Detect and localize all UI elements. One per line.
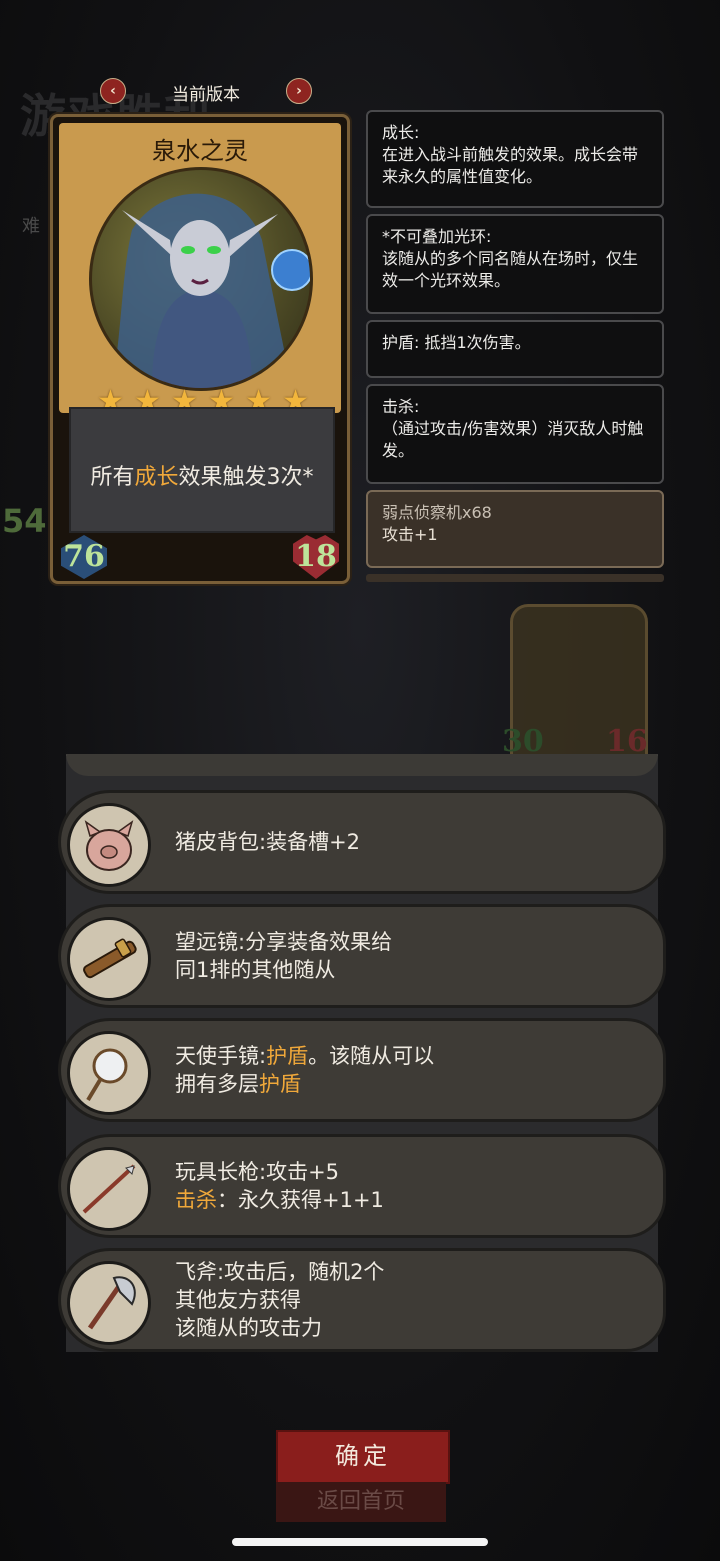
equipment-description: 望远镜:分享装备效果给 同1排的其他随从	[175, 928, 392, 984]
text-part: 天使手镜:	[175, 1044, 267, 1068]
minion-card: 泉水之灵 ★ ★ ★ ★ ★ ★ 所有成长效果触发3次* 76 18	[50, 114, 350, 584]
equipment-line: 飞斧:攻击后，随机2个	[175, 1260, 385, 1284]
equipment-item[interactable]: 猪皮背包:装备槽+2	[58, 790, 666, 894]
info-title: 护盾: 抵挡1次伤害。	[382, 333, 531, 352]
equipment-panel-edge	[66, 754, 658, 776]
equipment-item[interactable]: 玩具长枪:攻击+5 击杀：永久获得+1+1	[58, 1134, 666, 1238]
info-panel-growth: 成长: 在进入战斗前触发的效果。成长会带来永久的属性值变化。	[366, 110, 664, 208]
info-title: 成长:	[382, 123, 420, 142]
version-label: 当前版本	[172, 85, 240, 105]
effect-prefix: 所有	[90, 465, 135, 490]
equipment-line: 其他友方获得	[175, 1288, 301, 1312]
keyword-shield: 护盾	[266, 1044, 309, 1068]
info-text: 攻击+1	[382, 525, 438, 544]
keyword-shield: 护盾	[259, 1072, 301, 1096]
text-part: 。该随从可以	[308, 1044, 435, 1068]
angel-mirror-icon	[67, 1031, 151, 1115]
equipment-item[interactable]: 飞斧:攻击后，随机2个 其他友方获得 该随从的攻击力	[58, 1248, 666, 1352]
card-frame: 泉水之灵	[59, 123, 341, 413]
keyword-kill: 击杀	[175, 1188, 217, 1212]
info-text: 在进入战斗前触发的效果。成长会带来永久的属性值变化。	[382, 145, 639, 186]
background-number: 54	[2, 502, 47, 540]
info-panel-edge	[366, 574, 664, 582]
equipment-line: 望远镜:分享装备效果给	[175, 930, 393, 954]
equipment-line: 拥有多层护盾	[175, 1070, 434, 1098]
card-name: 泉水之灵	[152, 137, 248, 165]
info-panel-buff: 弱点侦察机x68 攻击+1	[366, 490, 664, 568]
card-effect-box: 所有成长效果触发3次*	[69, 407, 335, 533]
text-part: ：永久获得+1+1	[217, 1188, 384, 1212]
info-panel-aura: *不可叠加光环: 该随从的多个同名随从在场时，仅生效一个光环效果。	[366, 214, 664, 314]
effect-keyword: 成长	[134, 465, 179, 490]
flying-axe-icon	[67, 1261, 151, 1345]
equipment-line: 击杀：永久获得+1+1	[175, 1186, 384, 1214]
equipment-description: 飞斧:攻击后，随机2个 其他友方获得 该随从的攻击力	[175, 1258, 384, 1342]
equipment-item[interactable]: 天使手镜:护盾。该随从可以 拥有多层护盾	[58, 1018, 666, 1122]
pig-backpack-icon	[67, 803, 151, 887]
equipment-line: 同1排的其他随从	[175, 958, 336, 982]
info-text: （通过攻击/伤害效果）消灭敌人时触发。	[382, 419, 644, 460]
equipment-item[interactable]: 望远镜:分享装备效果给 同1排的其他随从	[58, 904, 666, 1008]
toy-spear-icon	[67, 1147, 151, 1231]
confirm-button[interactable]: 确定	[276, 1430, 450, 1484]
minion-portrait	[89, 167, 313, 391]
health-stat: 18	[293, 535, 339, 579]
chevron-right-icon[interactable]: ›	[286, 78, 312, 104]
equipment-line: 该随从的攻击力	[175, 1316, 322, 1340]
equipment-description: 玩具长枪:攻击+5 击杀：永久获得+1+1	[175, 1158, 384, 1214]
info-panel-kill: 击杀: （通过攻击/伤害效果）消灭敌人时触发。	[366, 384, 664, 484]
equipment-line: 天使手镜:护盾。该随从可以	[175, 1042, 434, 1070]
version-selector: ‹ 当前版本 ›	[100, 78, 312, 106]
info-title: 击杀:	[382, 397, 420, 416]
telescope-icon	[67, 917, 151, 1001]
info-text: 该随从的多个同名随从在场时，仅生效一个光环效果。	[382, 249, 639, 290]
attack-stat: 76	[61, 535, 107, 579]
info-title: 弱点侦察机x68	[382, 503, 492, 522]
background-difficulty: 难	[22, 216, 40, 237]
equipment-line: 猪皮背包:装备槽+2	[175, 830, 361, 854]
text-part: 拥有多层	[175, 1072, 259, 1096]
info-title: *不可叠加光环:	[382, 227, 492, 246]
return-home-button[interactable]: 返回首页	[276, 1482, 446, 1522]
equipment-line: 玩具长枪:攻击+5	[175, 1160, 340, 1184]
home-indicator[interactable]	[232, 1538, 488, 1546]
equipment-description: 天使手镜:护盾。该随从可以 拥有多层护盾	[175, 1042, 434, 1098]
info-panel-shield: 护盾: 抵挡1次伤害。	[366, 320, 664, 378]
effect-suffix: 效果触发3次*	[178, 465, 314, 490]
equipment-description: 猪皮背包:装备槽+2	[175, 828, 360, 856]
card-effect-text: 所有成长效果触发3次*	[71, 459, 333, 491]
